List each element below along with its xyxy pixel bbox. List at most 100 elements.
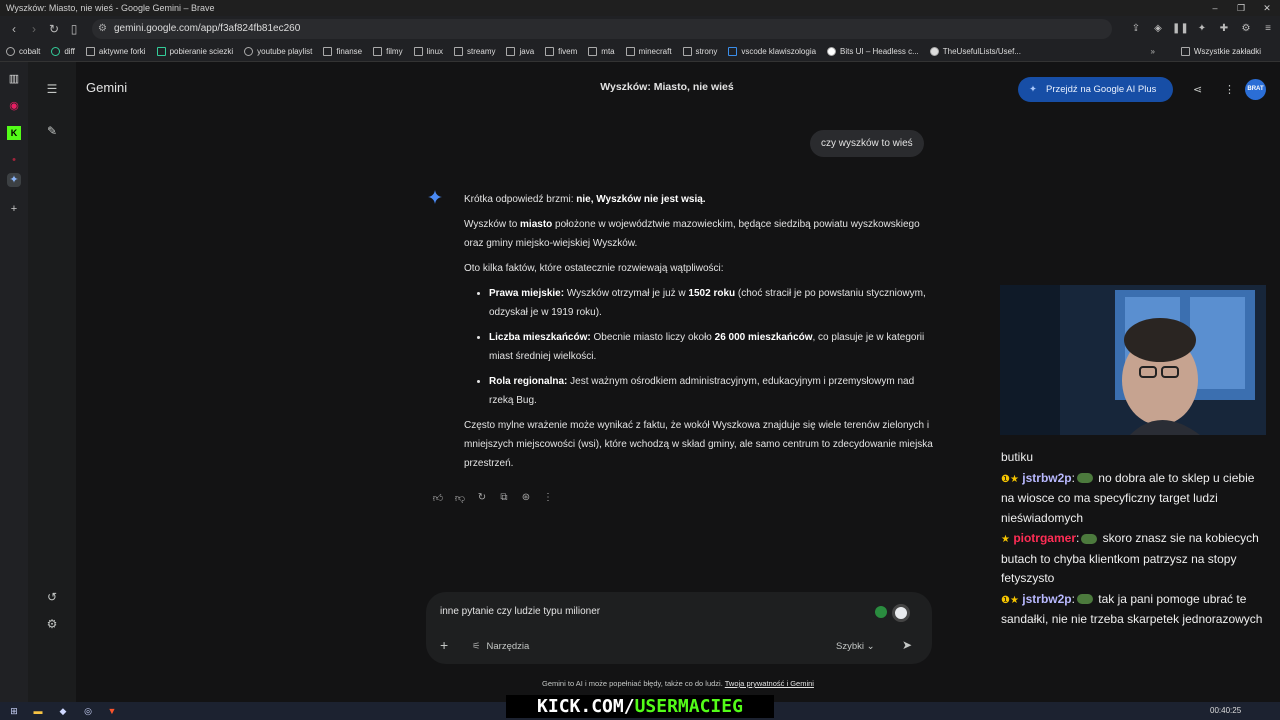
share-icon[interactable]: ⋖ [1193, 83, 1202, 96]
extension-icon[interactable] [892, 604, 910, 622]
bookmark-icon[interactable]: ▯ [64, 22, 84, 36]
kick-app-icon[interactable]: K [7, 126, 21, 140]
all-bookmarks[interactable]: Wszystkie zakładki [1180, 47, 1261, 56]
add-attachment-icon[interactable]: + [440, 637, 448, 653]
avatar[interactable]: BRAT [1245, 79, 1266, 100]
new-chat-icon[interactable]: ✎ [44, 123, 60, 139]
bookmark-item[interactable]: vscode klawiszologia [728, 47, 816, 56]
window-controls: – ❐ ✕ [1202, 0, 1280, 16]
bookmark-folder[interactable]: strony [682, 47, 717, 56]
folder-icon [373, 47, 383, 56]
bookmark-item[interactable]: diff [51, 47, 75, 56]
browser-toolbar: ⇪ ◈ ❚❚ ✦ ✚ ⚙ ≡ [1128, 19, 1276, 39]
puzzle-icon[interactable]: ✚ [1216, 19, 1232, 39]
more-options-icon[interactable]: ⋮ [1224, 83, 1235, 96]
windows-start-icon[interactable]: ⊞ [8, 705, 20, 717]
badge-icon: ❶★ [1001, 594, 1019, 606]
conversation-title: Wyszków: Miasto, nie wieś [600, 81, 734, 93]
bookmark-folder[interactable]: filmy [373, 47, 403, 56]
window-title: Wyszków: Miasto, nie wieś - Google Gemin… [6, 3, 215, 13]
gemini-logo[interactable]: Gemini [86, 80, 127, 95]
gemini-answer: Krótka odpowiedź brzmi: nie, Wyszków nie… [464, 190, 934, 479]
minimize-icon[interactable]: – [1202, 0, 1228, 16]
bookmark-item[interactable]: Bits UI – Headless c... [827, 47, 919, 56]
brave-shield-icon[interactable]: ◈ [1150, 19, 1166, 39]
forward-icon[interactable]: › [24, 22, 44, 36]
app-icon[interactable]: ◆ [57, 705, 69, 717]
app-icon-dot[interactable]: • [7, 153, 21, 167]
regenerate-icon[interactable]: ↻ [476, 492, 488, 504]
gemini-sparkle-icon [428, 190, 442, 204]
pause-icon[interactable]: ❚❚ [1172, 19, 1189, 39]
url-field[interactable]: ⚙ gemini.google.com/app/f3af824fb81ec260 [92, 19, 1112, 39]
bookmark-folder[interactable]: streamy [454, 47, 495, 56]
bookmark-item[interactable]: pobieranie sciezki [156, 47, 233, 56]
answer-paragraph: Wyszków to miasto położone w województwi… [464, 219, 920, 249]
file-explorer-icon[interactable]: ▬ [32, 705, 44, 717]
vscode-icon [728, 47, 738, 56]
bookmark-item[interactable]: youtube playlist [244, 47, 312, 56]
answer-intro: Krótka odpowiedź brzmi: nie, Wyszków nie… [464, 194, 706, 205]
bookmark-item[interactable]: aktywne forki [85, 47, 146, 56]
folder-icon [454, 47, 464, 56]
taskbar-clock: 00:40:25 [1210, 706, 1242, 715]
thumbs-up-icon[interactable]: 👍︎ [432, 492, 444, 504]
privacy-link[interactable]: Twoja prywatność i Gemini [725, 679, 814, 688]
restore-icon[interactable]: ❐ [1228, 0, 1254, 16]
github-icon [929, 47, 939, 56]
folder-icon [545, 47, 555, 56]
send-icon[interactable]: ➤ [902, 638, 912, 652]
share-icon[interactable]: ⇪ [1128, 19, 1144, 39]
tools-icon: ⚟ [472, 641, 481, 652]
bookmark-folder[interactable]: java [506, 47, 534, 56]
upgrade-label: Przejdź na Google AI Plus [1046, 84, 1157, 95]
cobalt-icon [6, 47, 15, 56]
grammar-extension-icon[interactable] [875, 606, 887, 618]
close-icon[interactable]: ✕ [1254, 0, 1280, 16]
tools-button[interactable]: ⚟ Narzędzia [472, 641, 529, 652]
back-icon[interactable]: ‹ [4, 22, 24, 36]
badge-icon: ★ [1001, 534, 1010, 545]
bookmark-folder[interactable]: mta [588, 47, 615, 56]
bookmarks-overflow-icon[interactable]: » [1151, 47, 1155, 56]
brave-icon[interactable]: ▼ [106, 705, 118, 717]
bookmark-folder[interactable]: linux [413, 47, 443, 56]
model-mode-select[interactable]: Szybki ⌄ [836, 641, 875, 652]
list-item: Rola regionalna: Jest ważnym ośrodkiem a… [489, 372, 934, 410]
menu-icon[interactable]: ≡ [1260, 19, 1276, 39]
app-icon[interactable]: ◎ [82, 705, 94, 717]
folder-icon [413, 47, 423, 56]
answer-paragraph: Często mylne wrażenie może wynikać z fak… [464, 420, 933, 469]
site-settings-icon[interactable]: ⚙ [98, 19, 107, 39]
facts-list: Prawa miejskie: Wyszków otrzymał je już … [489, 284, 934, 410]
sidebar-toggle-icon[interactable]: ▥ [7, 72, 21, 86]
bookmark-folder[interactable]: finanse [323, 47, 362, 56]
menu-icon[interactable]: ☰ [44, 81, 60, 97]
prompt-input[interactable]: inne pytanie czy ludzie typu milioner [440, 606, 600, 617]
settings-gear-icon[interactable]: ⚙ [44, 616, 60, 632]
list-item: Prawa miejskie: Wyszków otrzymał je już … [489, 284, 934, 322]
thumbs-down-icon[interactable]: 👎︎ [454, 492, 466, 504]
app-icon-red[interactable]: ◉ [7, 99, 21, 113]
chat-message: ❶★ jstrbw2p: tak ja pani pomoge ubrać te… [1001, 591, 1263, 627]
globe-icon [244, 47, 254, 56]
bookmark-folder[interactable]: fivem [545, 47, 577, 56]
double-check-icon[interactable]: ⊛ [520, 492, 532, 504]
extension-icon[interactable]: ✦ [1194, 19, 1210, 39]
copy-icon[interactable]: ⧉ [498, 492, 510, 504]
gemini-sidenav: ☰ ✎ ↺ ⚙ [28, 62, 76, 702]
gemini-app-icon[interactable]: ✦ [7, 173, 21, 187]
bookmark-folder[interactable]: minecraft [625, 47, 672, 56]
bookmark-item[interactable]: cobalt [6, 47, 40, 56]
add-panel-icon[interactable]: + [7, 202, 21, 216]
history-icon[interactable]: ↺ [44, 589, 60, 605]
reload-icon[interactable]: ↻ [44, 22, 64, 36]
window-titlebar: Wyszków: Miasto, nie wieś - Google Gemin… [0, 0, 1280, 16]
settings-icon[interactable]: ⚙ [1238, 19, 1254, 39]
more-options-icon[interactable]: ⋮ [542, 492, 554, 504]
upgrade-button[interactable]: ✦ Przejdź na Google AI Plus [1018, 77, 1173, 102]
bookmark-item[interactable]: TheUsefulLists/Usef... [929, 47, 1021, 56]
prompt-composer[interactable]: inne pytanie czy ludzie typu milioner + … [426, 592, 932, 664]
chat-message: ★ piotrgamer: skoro znasz sie na kobiecy… [1001, 531, 1259, 585]
folder-icon [588, 47, 598, 56]
